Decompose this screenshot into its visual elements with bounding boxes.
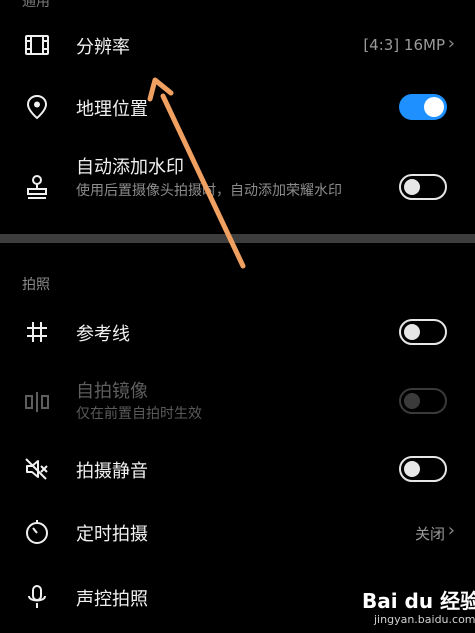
stamp-icon	[20, 170, 54, 204]
timer-icon	[20, 515, 54, 549]
selfie-mirror-toggle	[399, 388, 447, 414]
selfie-mirror-row: 自拍镜像 仅在前置自拍时生效	[0, 372, 475, 432]
auto-watermark-description: 使用后置摄像头拍摄时，自动添加荣耀水印	[76, 183, 342, 199]
section-header-general: 通用	[22, 0, 50, 10]
auto-watermark-label: 自动添加水印	[76, 157, 184, 178]
watermark-url: jingyan.baidu.com	[374, 613, 475, 626]
resolution-label: 分辨率	[76, 37, 130, 58]
location-label: 地理位置	[76, 99, 148, 120]
grid-row[interactable]: 参考线	[0, 309, 475, 355]
auto-watermark-row[interactable]: 自动添加水印 使用后置摄像头拍摄时，自动添加荣耀水印	[0, 148, 475, 228]
toggle-knob	[424, 97, 444, 117]
mirror-icon	[20, 385, 54, 419]
chevron-right-icon: ›	[447, 520, 455, 541]
timer-row[interactable]: 定时拍摄 关闭 ›	[0, 509, 475, 555]
voice-shutter-label: 声控拍照	[76, 589, 148, 610]
resolution-row[interactable]: 分辨率 [4:3] 16MP ›	[0, 22, 475, 68]
timer-label: 定时拍摄	[76, 524, 148, 545]
chevron-right-icon: ›	[447, 33, 455, 54]
mute-speaker-icon	[20, 452, 54, 486]
microphone-icon	[20, 580, 54, 614]
mute-toggle[interactable]	[399, 456, 447, 482]
baidu-watermark: Bai du 经验 jingyan.baidu.com	[362, 583, 475, 631]
watermark-brand: Bai du 经验	[362, 589, 475, 613]
toggle-knob	[404, 461, 420, 477]
timer-value: 关闭	[414, 525, 445, 543]
location-row[interactable]: 地理位置	[0, 84, 475, 130]
mute-row[interactable]: 拍摄静音	[0, 446, 475, 492]
location-toggle[interactable]	[399, 94, 447, 120]
grid-label: 参考线	[76, 324, 130, 345]
toggle-knob	[404, 393, 420, 409]
location-pin-icon	[20, 90, 54, 124]
auto-watermark-toggle[interactable]	[399, 174, 447, 200]
grid-icon	[20, 315, 54, 349]
film-frame-icon	[20, 28, 54, 62]
toggle-knob	[404, 179, 420, 195]
toggle-knob	[404, 324, 420, 340]
section-divider	[0, 234, 475, 243]
selfie-mirror-label: 自拍镜像	[76, 381, 148, 402]
section-header-photo: 拍照	[22, 277, 50, 293]
grid-toggle[interactable]	[399, 319, 447, 345]
selfie-mirror-description: 仅在前置自拍时生效	[76, 406, 202, 422]
mute-label: 拍摄静音	[76, 461, 148, 482]
resolution-value: [4:3] 16MP	[363, 36, 445, 54]
